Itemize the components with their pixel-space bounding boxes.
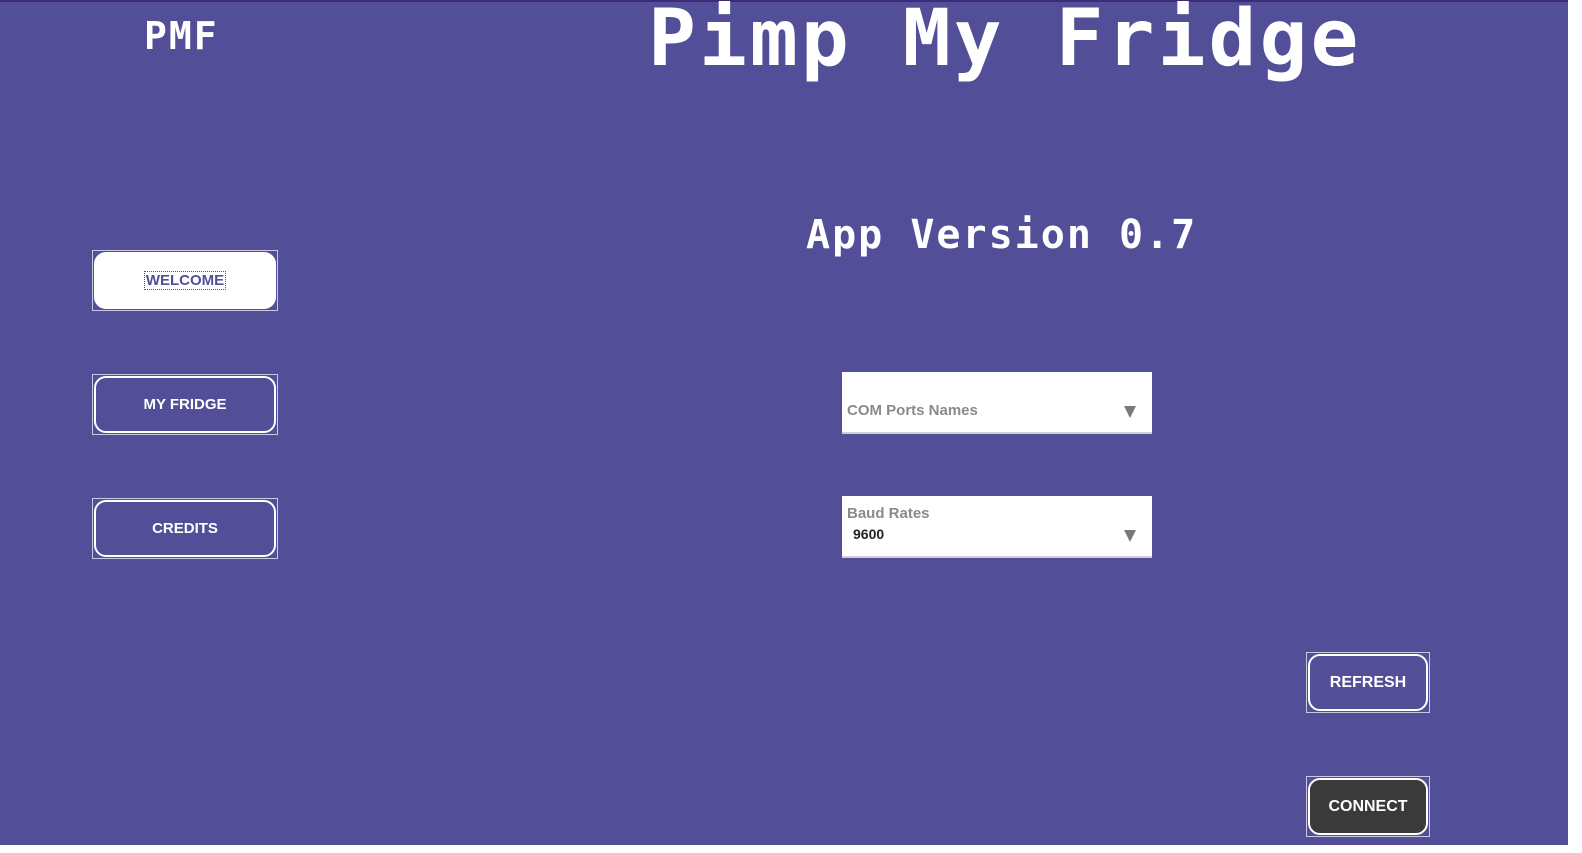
nav-credits-label: CREDITS [152,520,218,537]
connect-button[interactable]: CONNECT [1306,776,1430,837]
nav-welcome-label: WELCOME [143,271,227,290]
nav-credits-button[interactable]: CREDITS [92,498,278,559]
com-ports-label: COM Ports Names [847,402,978,419]
nav-welcome-button[interactable]: WELCOME [92,250,278,311]
baud-rates-dropdown-arrow-icon [1124,530,1136,542]
baud-rates-select[interactable]: Baud Rates 9600 [842,496,1152,558]
nav-my-fridge-label: MY FRIDGE [143,396,227,413]
baud-rates-label: Baud Rates [847,505,930,522]
com-ports-dropdown-arrow-icon [1124,406,1136,418]
app-window: PMF Pimp My Fridge App Version 0.7 WELCO… [0,0,1568,845]
nav-my-fridge-button[interactable]: MY FRIDGE [92,374,278,435]
app-logo: PMF [144,14,219,58]
app-version-label: App Version 0.7 [806,212,1198,258]
refresh-button[interactable]: REFRESH [1306,652,1430,713]
com-ports-select[interactable]: COM Ports Names [842,372,1152,434]
baud-rates-value: 9600 [853,526,885,542]
page-title: Pimp My Fridge [648,0,1362,84]
